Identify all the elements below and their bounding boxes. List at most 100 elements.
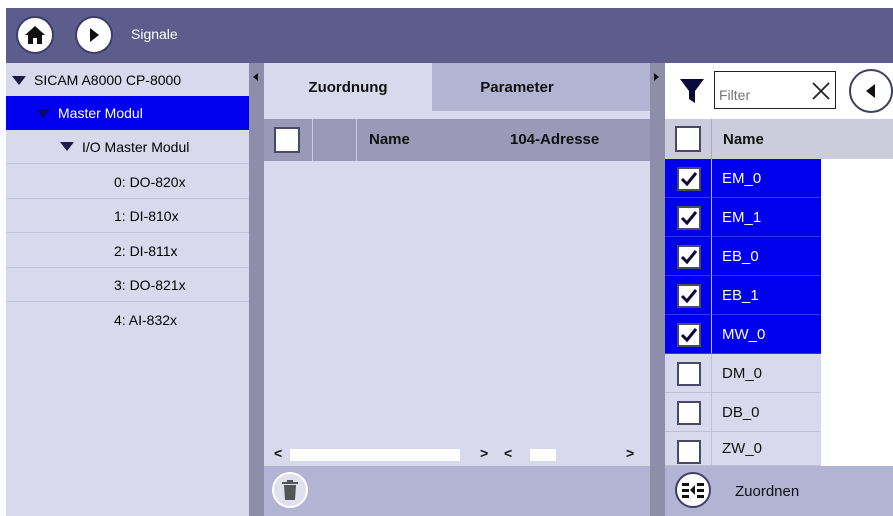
expand-triangle-icon[interactable] [60,142,74,151]
row-filler [822,159,893,198]
scroll-right-arrow[interactable]: > [480,445,488,461]
scroll-left-arrow[interactable]: < [504,445,512,461]
left-splitter[interactable] [249,63,264,516]
signal-checkbox[interactable] [677,206,701,230]
checkmark-icon [680,328,698,343]
signal-row[interactable]: MW_0 [665,315,893,354]
column-header-signal-name[interactable]: Name [723,131,764,148]
signal-name: DM_0 [711,354,821,393]
signal-checkbox[interactable] [677,284,701,308]
signal-checkbox[interactable] [677,440,701,464]
column-divider [356,119,357,161]
column-header-name[interactable]: Name [369,131,410,148]
tree-item-do-821x[interactable]: 3: DO-821x [6,268,249,302]
checkmark-icon [680,289,698,304]
tree-item-label: 4: AI-832x [114,312,178,328]
checkbox-cell [665,354,711,393]
tree-item-di-810x[interactable]: 1: DI-810x [6,199,249,233]
checkmark-icon [680,172,698,187]
tree-item-ai-832x[interactable]: 4: AI-832x [6,303,249,337]
signal-name: MW_0 [711,315,821,354]
column-divider [711,119,712,159]
tab-parameter[interactable]: Parameter [432,63,602,111]
tree-item-label: 0: DO-820x [114,173,186,190]
tree-item-label: Master Modul [58,105,143,121]
checkbox-cell [665,432,711,466]
assign-icon [682,483,704,498]
signal-row[interactable]: DM_0 [665,354,893,393]
delete-button[interactable] [272,472,308,508]
signal-row[interactable]: EM_0 [665,159,893,198]
tree-item-label: 2: DI-811x [114,242,178,259]
assignment-footer [264,466,650,516]
checkbox-cell [665,315,711,354]
column-divider [312,119,313,161]
row-filler [822,198,893,237]
tab-zuordnung[interactable]: Zuordnung [264,63,432,111]
scroll-track[interactable] [530,449,556,461]
tree-item-label: 1: DI-810x [114,207,179,224]
right-splitter[interactable] [650,63,665,516]
checkbox-cell [665,393,711,432]
chevron-left-icon [866,84,875,98]
expand-triangle-icon[interactable] [12,75,26,85]
assign-label[interactable]: Zuordnen [735,483,799,500]
row-filler [822,393,893,432]
scroll-left-arrow[interactable]: < [274,445,282,461]
tree-item-label: I/O Master Modul [82,138,190,155]
checkbox-cell [665,237,711,276]
signal-list-header: Name [665,119,893,159]
chevron-right-icon [90,28,99,42]
row-filler [822,237,893,276]
signal-row[interactable]: DB_0 [665,393,893,432]
checkmark-icon [680,211,698,226]
collapse-left-icon[interactable] [253,73,258,81]
horizontal-scrollbar-1[interactable]: < > [274,445,488,463]
scroll-right-arrow[interactable]: > [626,445,634,461]
forward-button[interactable] [75,16,113,54]
filter-icon[interactable] [679,77,705,105]
signal-name: ZW_0 [711,432,821,466]
signal-checkbox[interactable] [677,323,701,347]
checkmark-icon [680,250,698,265]
trash-icon [282,480,298,500]
tree-item-di-811x[interactable]: 2: DI-811x [6,234,249,268]
signal-checkbox[interactable] [677,362,701,386]
signal-row[interactable]: ZW_0 [665,432,893,471]
tree-item-do-820x[interactable]: 0: DO-820x [6,165,249,199]
signal-row[interactable]: EB_0 [665,237,893,276]
collapse-right-icon[interactable] [654,73,659,81]
signal-list-footer: Zuordnen [665,466,893,516]
expand-triangle-icon[interactable] [36,108,50,118]
home-icon [25,26,45,44]
column-header-address[interactable]: 104-Adresse [510,131,599,148]
back-button[interactable] [849,69,893,113]
assignment-panel: Zuordnung Parameter Name 104-Adresse < >… [264,63,650,516]
page-title: Signale [131,26,178,42]
signal-name: EM_0 [711,159,821,198]
assign-button[interactable] [675,472,711,508]
filter-bar [665,63,893,119]
signal-name: EB_1 [711,276,821,315]
horizontal-scrollbar-2[interactable]: < > [504,445,644,463]
signal-checkbox[interactable] [677,167,701,191]
signal-row[interactable]: EM_1 [665,198,893,237]
tree-item-master-modul[interactable]: Master Modul [6,96,249,130]
row-filler [822,315,893,354]
select-all-checkbox[interactable] [274,127,300,153]
tree-item-io-master-modul[interactable]: I/O Master Modul [6,130,249,164]
signal-name: EM_1 [711,198,821,237]
tree-item-label: SICAM A8000 CP-8000 [34,72,182,88]
clear-filter-icon[interactable] [811,81,831,101]
checkbox-cell [665,198,711,237]
signal-checkbox[interactable] [677,245,701,269]
select-all-signals-checkbox[interactable] [675,126,701,152]
scroll-track[interactable] [290,449,460,461]
tree-item-label: 3: DO-821x [114,276,186,293]
tree-item-sicam[interactable]: SICAM A8000 CP-8000 [6,63,249,97]
checkbox-cell [665,159,711,198]
signal-row[interactable]: EB_1 [665,276,893,315]
signal-checkbox[interactable] [677,401,701,425]
home-button[interactable] [16,16,54,54]
tab-bar: Zuordnung Parameter [264,63,650,111]
